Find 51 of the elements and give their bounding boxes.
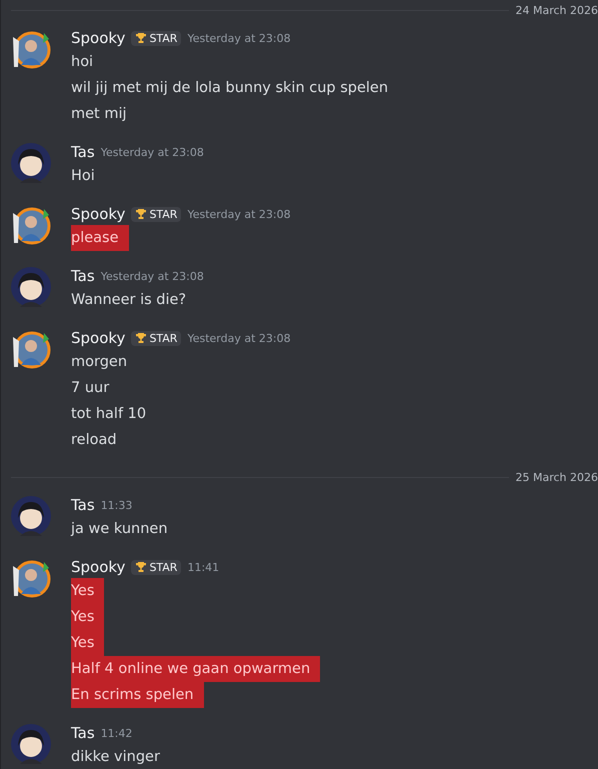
- message-text: tot half 10: [71, 405, 146, 424]
- timestamp: Yesterday at 23:08: [187, 32, 291, 44]
- avatar: [11, 558, 51, 598]
- message-text: morgen: [71, 353, 128, 372]
- date-divider: 24 March 2026: [515, 4, 598, 17]
- avatar: [11, 143, 51, 183]
- timestamp: 11:33: [100, 498, 132, 512]
- username[interactable]: Spooky: [71, 558, 126, 576]
- message-text: Wanneer is die?: [71, 291, 186, 310]
- redacted-message: En scrims spelen: [71, 682, 204, 708]
- avatar: [11, 724, 51, 764]
- badge-label: STAR: [149, 560, 178, 574]
- redacted-message: Yes: [71, 630, 104, 656]
- badge-label: STAR: [149, 332, 178, 344]
- avatar: [11, 29, 51, 69]
- trophy-icon: [135, 332, 148, 344]
- redacted-message: Yes: [71, 604, 104, 630]
- avatar: [11, 205, 51, 245]
- username[interactable]: Tas: [71, 267, 95, 285]
- timestamp: Yesterday at 23:08: [187, 332, 291, 344]
- message-text: dikke vinger: [71, 748, 160, 767]
- message-text: Hoi: [71, 167, 95, 186]
- badge-label: STAR: [149, 32, 178, 44]
- username[interactable]: Tas: [71, 724, 95, 742]
- redacted-message: please: [71, 225, 129, 251]
- avatar: [11, 267, 51, 307]
- trophy-icon: [135, 561, 148, 573]
- username[interactable]: Tas: [71, 143, 95, 161]
- avatar: [11, 329, 51, 369]
- date-divider: 25 March 2026: [515, 471, 598, 484]
- message-text: met mij: [71, 105, 127, 124]
- badge-label: STAR: [149, 208, 178, 220]
- message-text: 7 uur: [71, 379, 110, 398]
- redacted-message: Yes: [71, 578, 104, 604]
- trophy-icon: [135, 32, 148, 44]
- username[interactable]: Spooky: [71, 205, 126, 223]
- timestamp: Yesterday at 23:08: [100, 146, 204, 158]
- message-text: hoi: [71, 53, 94, 72]
- username[interactable]: Tas: [71, 496, 95, 514]
- redacted-message: Half 4 online we gaan opwarmen: [71, 656, 320, 682]
- trophy-icon: [135, 208, 148, 220]
- message-text: wil jij met mij de lola bunny skin cup spelen: [71, 79, 388, 98]
- username[interactable]: Spooky: [71, 329, 126, 347]
- timestamp: Yesterday at 23:08: [100, 270, 204, 282]
- timestamp: Yesterday at 23:08: [187, 208, 291, 220]
- timestamp: 11:42: [100, 726, 132, 740]
- timestamp: 11:41: [187, 560, 220, 574]
- message-text: ja we kunnen: [71, 520, 168, 539]
- message-text: reload: [71, 431, 117, 450]
- username[interactable]: Spooky: [71, 29, 126, 47]
- avatar: [11, 496, 51, 536]
